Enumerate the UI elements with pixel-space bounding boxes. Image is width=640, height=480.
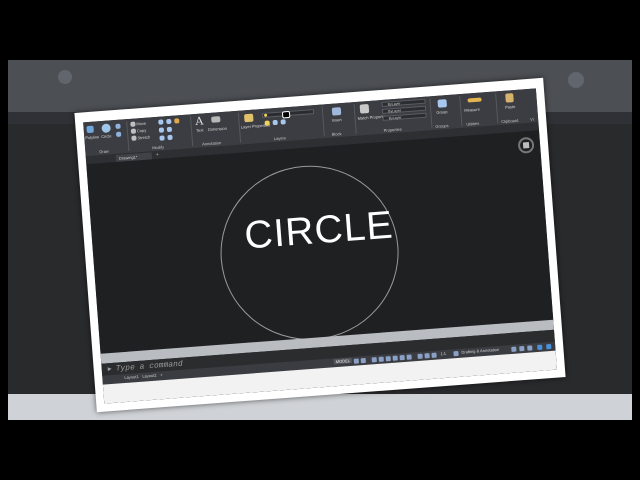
copy-button[interactable]: Copy: [137, 128, 147, 134]
ribbon-group-view: Vi: [528, 88, 539, 123]
rectangle-icon[interactable]: [115, 131, 122, 137]
viewcube-icon[interactable]: [517, 136, 535, 154]
move-button[interactable]: Move: [136, 121, 146, 127]
polar-icon[interactable]: [378, 356, 384, 362]
layer-color-swatch-icon: [281, 110, 291, 119]
copy-icon[interactable]: [130, 128, 137, 134]
workspace-switch[interactable]: Drafting & Annotation: [461, 347, 499, 355]
layer-tool-icon[interactable]: [264, 120, 270, 126]
auto-scale-icon[interactable]: [431, 352, 437, 358]
stretch-button[interactable]: Stretch: [137, 134, 150, 140]
ribbon-group-draw: Polyline Circle Draw: [83, 119, 127, 156]
measure-icon[interactable]: [467, 97, 482, 103]
osnap-icon[interactable]: [385, 356, 391, 362]
menu-icon[interactable]: [546, 343, 552, 350]
polyline-button[interactable]: Polyline: [85, 134, 99, 140]
layers-group-label[interactable]: Layers: [274, 135, 286, 141]
otrack-icon[interactable]: [392, 355, 398, 361]
modify-group-label[interactable]: Modify: [152, 144, 164, 150]
array-icon[interactable]: [167, 134, 173, 141]
group-button[interactable]: Group: [436, 109, 447, 115]
background-icon: [58, 70, 72, 84]
circle-button[interactable]: Circle: [101, 133, 112, 139]
command-prompt-icon: ▸: [107, 363, 113, 374]
tab-layout1[interactable]: Layout1: [124, 374, 139, 380]
add-layout-button[interactable]: +: [160, 372, 163, 377]
utilities-group-label[interactable]: Utilities: [466, 121, 479, 127]
ribbon-group-utilities: Measure Utilities: [461, 92, 495, 128]
layer-tool-icon[interactable]: [272, 119, 278, 126]
annotation-scale[interactable]: 1:1: [440, 351, 446, 356]
autocad-window: Polyline Circle Draw Move Copy Stretch M…: [83, 88, 558, 404]
snap-icon[interactable]: [360, 357, 366, 364]
insert-block-icon[interactable]: [331, 107, 342, 116]
layer-tool-icon[interactable]: [280, 119, 286, 125]
text-button[interactable]: Text: [196, 127, 204, 133]
arc-icon[interactable]: [115, 123, 121, 129]
customization-icon[interactable]: [537, 344, 543, 350]
viewcube-face[interactable]: [522, 142, 530, 149]
ribbon-group-annotation: A Text Dimension Annotation: [192, 111, 238, 148]
paste-button[interactable]: Paste: [505, 104, 516, 110]
ribbon-group-modify: Move Copy Stretch Modify: [128, 115, 190, 153]
polyline-icon[interactable]: [86, 125, 94, 134]
grid-icon[interactable]: [353, 358, 359, 364]
scale-icon[interactable]: [159, 135, 165, 141]
layer-properties-icon[interactable]: [243, 113, 254, 123]
dimension-icon[interactable]: [211, 116, 221, 123]
paste-icon[interactable]: [505, 93, 514, 103]
transparency-icon[interactable]: [406, 354, 412, 360]
circle-tool-icon[interactable]: [101, 123, 111, 134]
background-icon: [568, 72, 584, 88]
match-properties-icon[interactable]: [359, 103, 370, 114]
view-group-label[interactable]: Vi: [530, 117, 534, 122]
insert-button[interactable]: Insert: [331, 117, 341, 123]
stretch-icon[interactable]: [131, 135, 137, 141]
groups-group-label[interactable]: Groups: [435, 123, 448, 129]
isolate-icon[interactable]: [511, 346, 517, 352]
fillet-icon[interactable]: [166, 126, 173, 133]
rotate-icon[interactable]: [158, 119, 164, 125]
ribbon-group-clipboard: Paste Clipboard: [497, 89, 529, 125]
move-icon[interactable]: [130, 121, 136, 127]
tab-layout2[interactable]: Layout2: [142, 373, 157, 379]
block-group-label[interactable]: Block: [332, 131, 342, 137]
measure-button[interactable]: Measure: [464, 107, 480, 113]
erase-icon[interactable]: [174, 118, 180, 124]
group-icon[interactable]: [437, 99, 448, 108]
lineweight-icon[interactable]: [399, 354, 405, 361]
photo-frame: Polyline Circle Draw Move Copy Stretch M…: [74, 77, 566, 413]
annotation-visibility-icon[interactable]: [424, 353, 430, 359]
ribbon-group-properties: Match Properties ByLayer ByLayer ByLayer…: [355, 97, 429, 136]
selection-cycling-icon[interactable]: [417, 353, 423, 359]
clean-screen-icon[interactable]: [527, 345, 533, 351]
hardware-acceleration-icon[interactable]: [519, 345, 525, 352]
drawing-canvas[interactable]: CIRCLE: [86, 130, 554, 354]
model-space-button[interactable]: MODEL: [333, 357, 353, 365]
trim-icon[interactable]: [166, 118, 172, 125]
draw-group-label[interactable]: Draw: [99, 149, 109, 155]
ribbon-group-groups: Group Groups: [431, 94, 459, 130]
ortho-icon[interactable]: [371, 357, 377, 363]
workspace-gear-icon[interactable]: [453, 350, 459, 357]
ribbon-group-block: Insert Block: [323, 102, 353, 138]
mirror-icon[interactable]: [158, 127, 165, 133]
dimension-button[interactable]: Dimension: [208, 126, 227, 132]
text-tool-icon[interactable]: A: [195, 114, 204, 128]
